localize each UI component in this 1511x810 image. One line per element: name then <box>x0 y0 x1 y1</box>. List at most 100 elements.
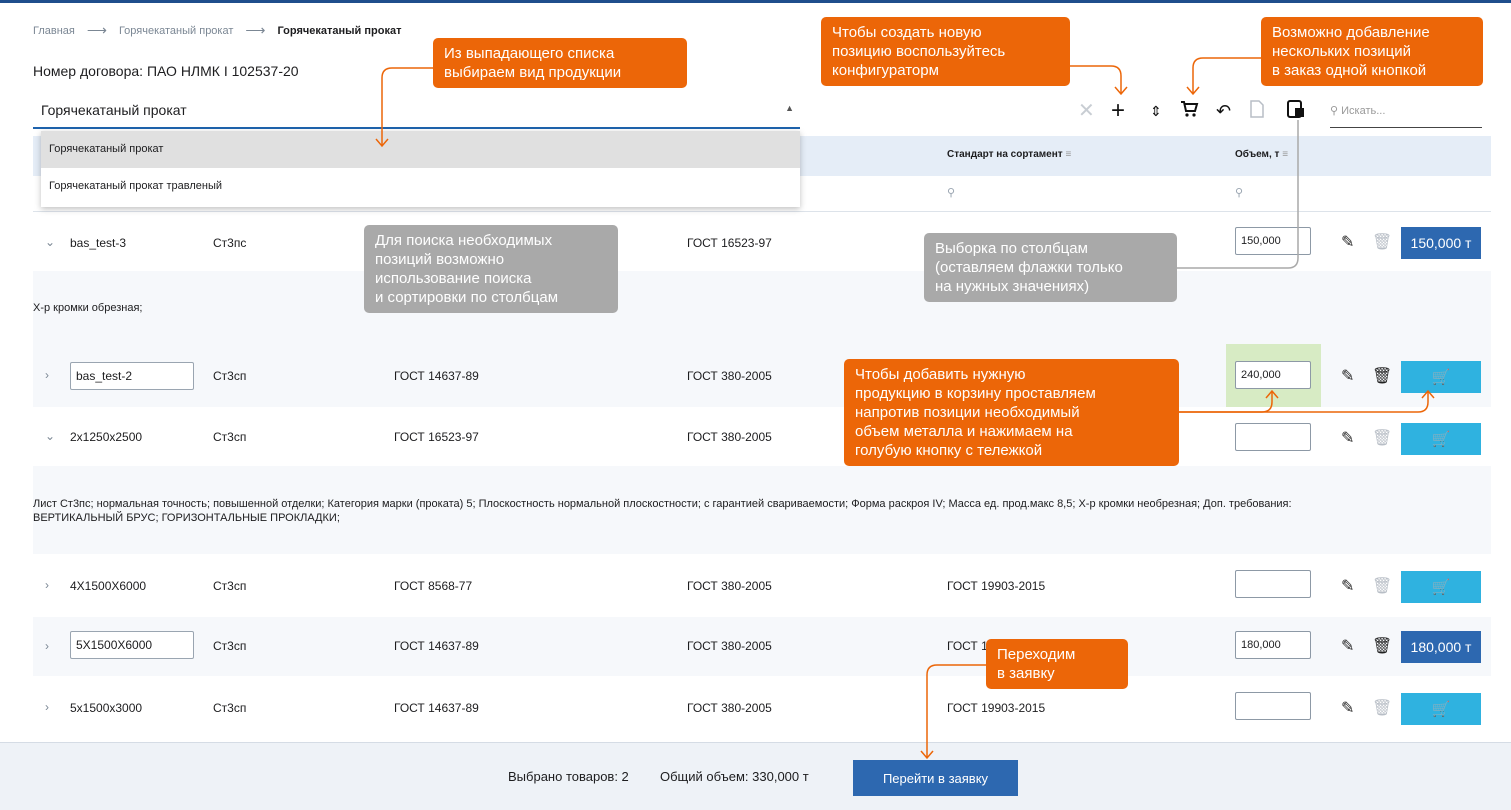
selected-count: Выбрано товаров: 2 <box>508 769 629 784</box>
item-gost: ГОСТ 14637-89 <box>394 639 479 653</box>
item-gost: ГОСТ 19903-2015 <box>947 579 1046 593</box>
volume-input[interactable]: 150,000 <box>1235 227 1311 255</box>
trash-icon[interactable]: 🗑 <box>1372 232 1392 252</box>
add-to-cart-button[interactable]: 180,000 т <box>1401 631 1481 663</box>
search-placeholder: Искать... <box>1341 105 1386 117</box>
trash-icon[interactable]: 🗑 <box>1372 698 1392 718</box>
contract-number: Номер договора: ПАО НЛМК I 102537-20 <box>33 63 299 79</box>
trash-icon[interactable]: 🗑 <box>1372 576 1392 596</box>
table-row: ⌄ bas_test-3 Ст3пс ГОСТ 16523-97 150,000… <box>33 213 1491 271</box>
item-gost: ГОСТ 8568-77 <box>394 579 473 593</box>
table-row: ⌄ 2x1250x2500 Ст3сп ГОСТ 16523-97 ГОСТ 3… <box>33 407 1491 466</box>
cart-add-multiple-icon[interactable] <box>1179 99 1199 125</box>
item-gost: ГОСТ 1 <box>947 639 988 653</box>
filter-search-icon[interactable]: ⚲ <box>1235 186 1243 199</box>
table-row: › bas_test-2 Ст3сп ГОСТ 14637-89 ГОСТ 38… <box>33 344 1491 407</box>
cart-icon: 🛒 <box>1431 431 1451 448</box>
cart-icon: 🛒 <box>1431 579 1451 596</box>
chevron-down-icon[interactable]: ⌄ <box>45 429 55 443</box>
edit-icon[interactable]: ✎ <box>1341 366 1354 386</box>
go-to-order-button[interactable]: Перейти в заявку <box>853 760 1018 796</box>
column-header-standard[interactable]: Стандарт на сортамент ≡ <box>947 149 1071 160</box>
item-gost: ГОСТ 380-2005 <box>687 430 772 444</box>
volume-input[interactable] <box>1235 570 1311 598</box>
item-gost: ГОСТ 16523-97 <box>394 430 479 444</box>
edit-icon[interactable]: ✎ <box>1341 636 1354 656</box>
chevron-right-icon[interactable]: › <box>45 639 49 653</box>
arrow-right-icon: ⟶ <box>86 22 107 38</box>
add-to-cart-button[interactable]: 🛒 <box>1401 571 1481 603</box>
volume-input[interactable]: 240,000 <box>1235 361 1311 389</box>
edit-icon[interactable]: ✎ <box>1341 698 1354 718</box>
item-name: bas_test-3 <box>70 236 127 250</box>
item-grade: Ст3сп <box>213 639 247 653</box>
breadcrumb-category[interactable]: Горячекатаный прокат <box>119 25 233 37</box>
item-gost: ГОСТ 380-2005 <box>687 369 772 383</box>
breadcrumb-home[interactable]: Главная <box>33 25 75 37</box>
column-header-volume[interactable]: Объем, т ≡ <box>1235 149 1288 160</box>
product-type-value: Горячекатаный прокат <box>41 102 187 118</box>
item-grade: Ст3пс <box>213 236 247 250</box>
item-gost: ГОСТ 14637-89 <box>394 701 479 715</box>
product-type-select[interactable]: Горячекатаный прокат ▲ <box>33 93 800 129</box>
table-row: › 4X1500X6000 Ст3сп ГОСТ 8568-77 ГОСТ 38… <box>33 554 1491 617</box>
callout-search: Для поиска необходимых позиций возможно ис… <box>364 225 618 313</box>
row-details: Лист Ст3пс; нормальная точность; повышен… <box>33 466 1491 554</box>
chevron-right-icon[interactable]: › <box>45 368 49 382</box>
export-doc-icon[interactable] <box>1248 99 1266 125</box>
row-details: Х-р кромки обрезная; <box>33 271 1491 344</box>
sort-icon[interactable]: ⇕ <box>1150 99 1162 123</box>
callout-cart: Чтобы добавить нужную продукцию в корзину… <box>844 359 1179 466</box>
breadcrumb-current: Горячекатаный прокат <box>277 24 402 37</box>
edit-icon[interactable]: ✎ <box>1341 428 1354 448</box>
trash-icon[interactable]: 🗑 <box>1372 636 1392 656</box>
add-to-cart-button[interactable]: 🛒 <box>1401 361 1481 393</box>
item-gost: ГОСТ 380-2005 <box>687 639 772 653</box>
item-gost: ГОСТ 16523-97 <box>687 236 772 250</box>
item-grade: Ст3сп <box>213 579 247 593</box>
dropdown-option[interactable]: Горячекатаный прокат <box>41 131 800 168</box>
add-to-cart-button[interactable]: 150,000 т <box>1401 227 1481 259</box>
trash-icon[interactable]: 🗑 <box>1372 366 1392 386</box>
product-type-dropdown: Горячекатаный прокат Горячекатаный прока… <box>41 131 800 207</box>
edit-icon[interactable]: ✎ <box>1341 576 1354 596</box>
cart-icon: 🛒 <box>1431 701 1451 718</box>
dropdown-option[interactable]: Горячекатаный прокат травленый <box>41 168 800 205</box>
add-to-cart-button[interactable]: 🛒 <box>1401 693 1481 725</box>
volume-input[interactable]: 180,000 <box>1235 631 1311 659</box>
item-name-input[interactable]: 5X1500X6000 <box>70 631 194 659</box>
chevron-right-icon[interactable]: › <box>45 700 49 714</box>
callout-go: Переходим в заявку <box>986 639 1128 689</box>
undo-icon[interactable]: ↶ <box>1216 99 1231 123</box>
table-toolbar: ✕ + ⇕ ↶ <box>1070 95 1320 127</box>
search-input[interactable]: ⚲ Искать... <box>1330 98 1482 128</box>
item-description: Х-р кромки обрезная; <box>33 302 143 314</box>
item-name-input[interactable]: bas_test-2 <box>70 362 194 390</box>
top-accent-bar <box>0 0 1511 3</box>
clear-icon[interactable]: ✕ <box>1078 99 1095 123</box>
table-row: › 5X1500X6000 Ст3сп ГОСТ 14637-89 ГОСТ 3… <box>33 617 1491 676</box>
arrowhead <box>1114 86 1128 96</box>
columns-select-icon[interactable] <box>1286 99 1306 125</box>
item-name: 5x1500x3000 <box>70 701 143 715</box>
add-to-cart-button[interactable]: 🛒 <box>1401 423 1481 455</box>
caret-up-icon: ▲ <box>785 103 794 113</box>
filter-search-icon[interactable]: ⚲ <box>947 186 955 199</box>
volume-input[interactable] <box>1235 423 1311 451</box>
item-description: Лист Ст3пс; нормальная точность; повышен… <box>33 498 1292 524</box>
table-row: › 5x1500x3000 Ст3сп ГОСТ 14637-89 ГОСТ 3… <box>33 676 1491 742</box>
search-icon: ⚲ <box>1330 105 1339 117</box>
add-icon[interactable]: + <box>1111 99 1125 123</box>
item-gost: ГОСТ 380-2005 <box>687 579 772 593</box>
chevron-down-icon[interactable]: ⌄ <box>45 235 55 249</box>
volume-input[interactable] <box>1235 692 1311 720</box>
chevron-right-icon[interactable]: › <box>45 578 49 592</box>
trash-icon[interactable]: 🗑 <box>1372 428 1392 448</box>
item-gost: ГОСТ 19903-2015 <box>947 701 1046 715</box>
callout-columns: Выборка по столбцам (оставляем флажки тол… <box>924 233 1177 302</box>
order-footer: Выбрано товаров: 2 Общий объем: 330,000 … <box>0 742 1511 810</box>
arrowhead <box>1186 86 1200 96</box>
item-grade: Ст3сп <box>213 701 247 715</box>
arrow-right-icon: ⟶ <box>245 22 266 38</box>
edit-icon[interactable]: ✎ <box>1341 232 1354 252</box>
